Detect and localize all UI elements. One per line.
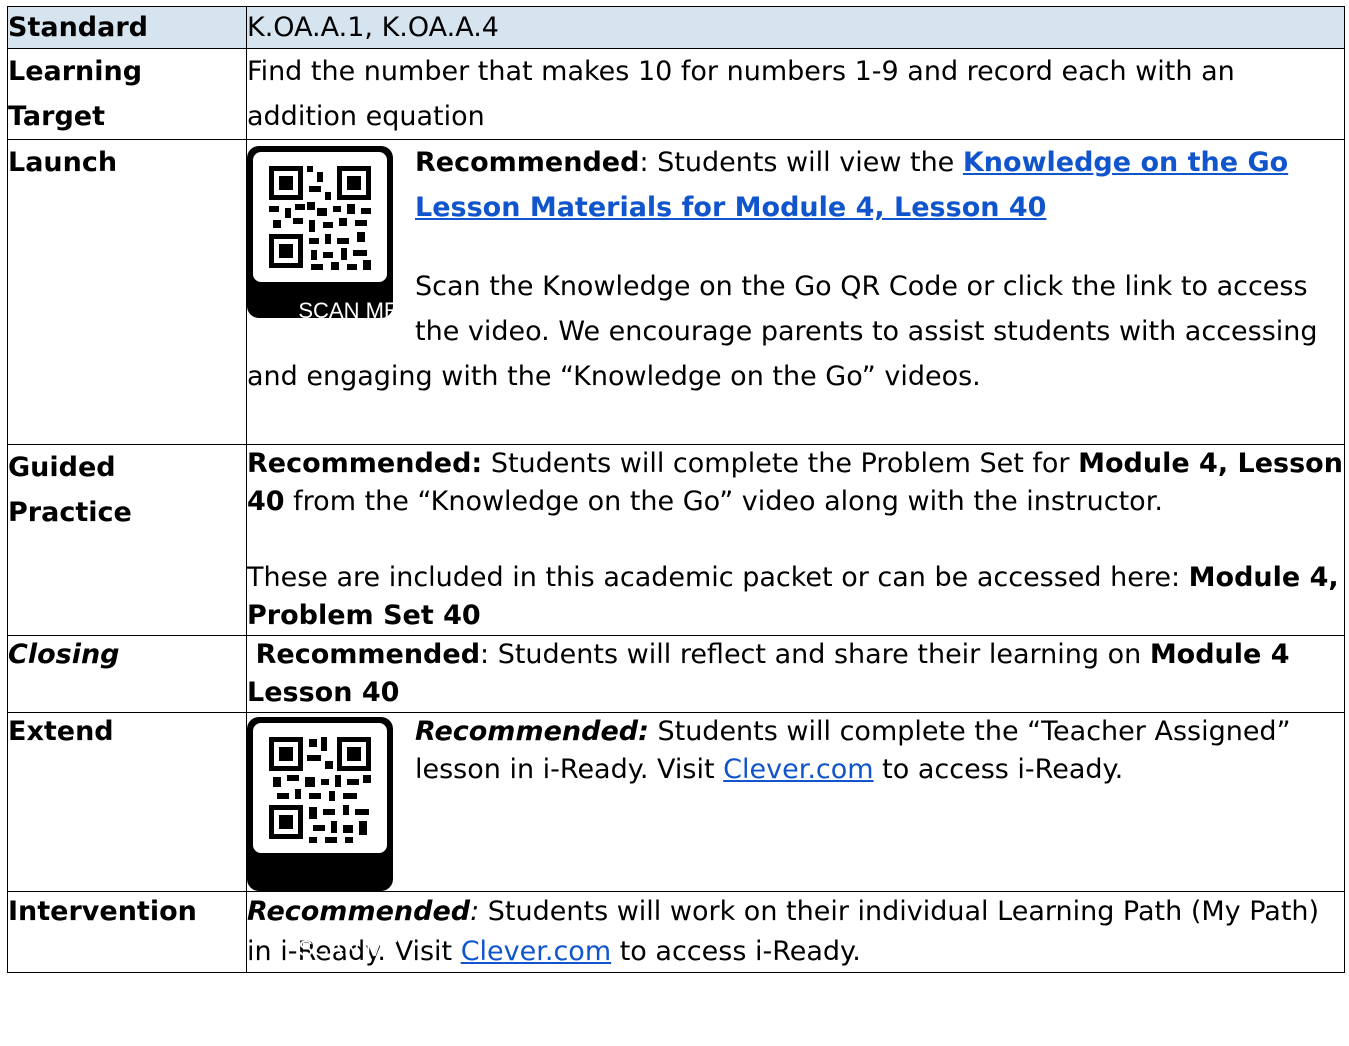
intervention-label: Intervention: [7, 891, 247, 973]
qr-code-icon[interactable]: [247, 717, 393, 891]
launch-text1: : Students will view the: [639, 147, 963, 178]
intervention-content: Recommended: Students will work on their…: [246, 891, 1345, 973]
intervention-colon: :: [470, 896, 480, 927]
guided-recommended: Recommended:: [247, 448, 483, 479]
extend-label: Extend: [7, 712, 247, 892]
standard-value: K.OA.A.1, K.OA.A.4: [246, 6, 1345, 49]
launch-qr-caption: SCAN ME: [298, 297, 399, 323]
guided-text1: Students will complete the Problem Set f…: [482, 448, 1079, 479]
row-intervention: Intervention Recommended: Students will …: [7, 891, 1345, 973]
learning-target-label-line1: Learning: [8, 56, 143, 87]
lesson-plan-table: Standard K.OA.A.1, K.OA.A.4 Learning Tar…: [7, 6, 1345, 973]
extend-text2: to access i-Ready.: [873, 754, 1124, 785]
closing-text1: : Students will reflect and share their …: [480, 639, 1150, 670]
closing-content: Recommended: Students will reflect and s…: [246, 635, 1345, 713]
row-learning-target: Learning Target Find the number that mak…: [7, 48, 1345, 140]
launch-label: Launch: [7, 139, 247, 445]
guided-text2: from the “Knowledge on the Go” video alo…: [284, 486, 1163, 517]
learning-target-label-line2: Target: [8, 101, 106, 132]
row-guided-practice: Guided Practice Recommended: Students wi…: [7, 444, 1345, 636]
guided-practice-label-line2: Practice: [8, 497, 132, 528]
guided-practice-label-line1: Guided: [8, 452, 116, 483]
extend-qr-caption: SCAN ME: [298, 935, 399, 961]
row-extend: Extend SCAN ME Recommended: Students wil…: [7, 712, 1345, 961]
launch-recommended: Recommended: [415, 147, 640, 178]
row-closing: Closing Recommended: Students will refle…: [7, 635, 1345, 713]
closing-recommended: Recommended: [255, 639, 481, 670]
intervention-text2: to access i-Ready.: [611, 936, 861, 967]
clever-link[interactable]: Clever.com: [461, 936, 611, 967]
extend-content: SCAN ME Recommended: Students will compl…: [246, 712, 1345, 961]
closing-label: Closing: [7, 635, 247, 713]
qr-code-icon[interactable]: [247, 146, 393, 318]
launch-spacer: [247, 230, 1344, 264]
intervention-recommended: Recommended: [247, 896, 471, 927]
learning-target-label: Learning Target: [7, 48, 247, 140]
guided-practice-content: Recommended: Students will complete the …: [246, 444, 1345, 636]
extend-recommended: Recommended:: [415, 716, 649, 747]
guided-spacer: [247, 521, 1344, 559]
launch-content: SCAN ME Recommended: Students will view …: [246, 139, 1345, 445]
learning-target-value: Find the number that makes 10 for number…: [246, 48, 1345, 140]
guided-practice-label: Guided Practice: [7, 444, 247, 636]
row-standard: Standard K.OA.A.1, K.OA.A.4: [7, 6, 1345, 49]
row-launch: Launch SCAN ME Recommended: Students wil…: [7, 139, 1345, 445]
launch-text2: Scan the Knowledge on the Go QR Code or …: [247, 271, 1318, 392]
guided-text3: These are included in this academic pack…: [247, 562, 1189, 593]
standard-label: Standard: [7, 6, 247, 49]
clever-link[interactable]: Clever.com: [723, 754, 873, 785]
